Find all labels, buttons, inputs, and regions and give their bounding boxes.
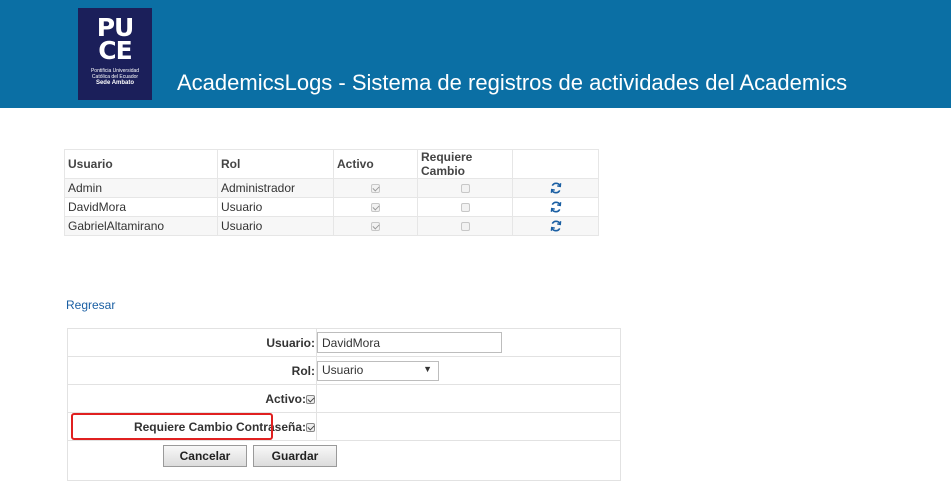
cell-requiere-cambio [417, 197, 513, 217]
column-header-requiere-cambio: Requiere Cambio [417, 149, 513, 179]
save-button[interactable]: Guardar [253, 445, 337, 467]
requiere-cambio-checkbox[interactable] [460, 184, 470, 194]
rol-field-cell: Usuario ▼ [316, 356, 621, 385]
cancel-button[interactable]: Cancelar [163, 445, 247, 467]
cell-usuario: Admin [64, 178, 218, 198]
activo-checkbox[interactable] [371, 222, 380, 232]
table-row: Admin Administrador [64, 178, 599, 198]
form-row-rol: Rol: Usuario ▼ [67, 356, 621, 385]
users-table: Usuario Rol Activo Requiere Cambio Admin… [64, 149, 599, 236]
usuario-input[interactable] [317, 332, 502, 353]
form-row-activo: Activo: [67, 384, 621, 413]
activo-checkbox[interactable] [306, 394, 315, 404]
cell-rol: Administrador [217, 178, 334, 198]
rol-label: Rol: [67, 356, 317, 385]
requiere-cambio-checkbox[interactable] [306, 422, 315, 432]
column-header-activo: Activo [333, 149, 418, 179]
form-row-usuario: Usuario: [67, 328, 621, 357]
cell-activo [333, 197, 418, 217]
app-title: AcademicsLogs - Sistema de registros de … [177, 70, 848, 95]
cell-requiere-cambio [417, 216, 513, 236]
usuario-field-cell [316, 328, 621, 357]
cell-activo [333, 216, 418, 236]
column-header-usuario: Usuario [64, 149, 218, 179]
refresh-icon[interactable] [512, 197, 599, 217]
usuario-label: Usuario: [67, 328, 317, 357]
requiere-cambio-checkbox[interactable] [460, 222, 470, 232]
cell-requiere-cambio [417, 178, 513, 198]
table-header-row: Usuario Rol Activo Requiere Cambio [64, 149, 599, 179]
app-header: PU CE Pontificia Universidad Católica de… [0, 0, 951, 108]
refresh-icon[interactable] [512, 216, 599, 236]
refresh-icon[interactable] [512, 178, 599, 198]
cell-rol: Usuario [217, 197, 334, 217]
edit-user-form: Usuario: Rol: Usuario ▼ Activo: Requiere… [67, 328, 621, 481]
column-header-action [512, 149, 599, 179]
form-row-buttons [67, 440, 621, 481]
activo-checkbox[interactable] [371, 203, 380, 213]
puce-logo: PU CE Pontificia Universidad Católica de… [78, 8, 152, 100]
activo-label: Activo: [67, 384, 317, 413]
requiere-cambio-checkbox[interactable] [460, 203, 470, 213]
cell-usuario: DavidMora [64, 197, 218, 217]
activo-checkbox[interactable] [371, 184, 380, 194]
rol-select-value: Usuario [322, 362, 364, 377]
back-link[interactable]: Regresar [66, 298, 115, 312]
rol-select[interactable]: Usuario ▼ [317, 360, 439, 381]
cell-activo [333, 178, 418, 198]
column-header-rol: Rol [217, 149, 334, 179]
cell-rol: Usuario [217, 216, 334, 236]
dropdown-arrow-icon: ▼ [423, 363, 432, 374]
highlight-box [71, 413, 273, 440]
cell-usuario: GabrielAltamirano [64, 216, 218, 236]
table-row: GabrielAltamirano Usuario [64, 216, 599, 236]
table-row: DavidMora Usuario [64, 197, 599, 217]
